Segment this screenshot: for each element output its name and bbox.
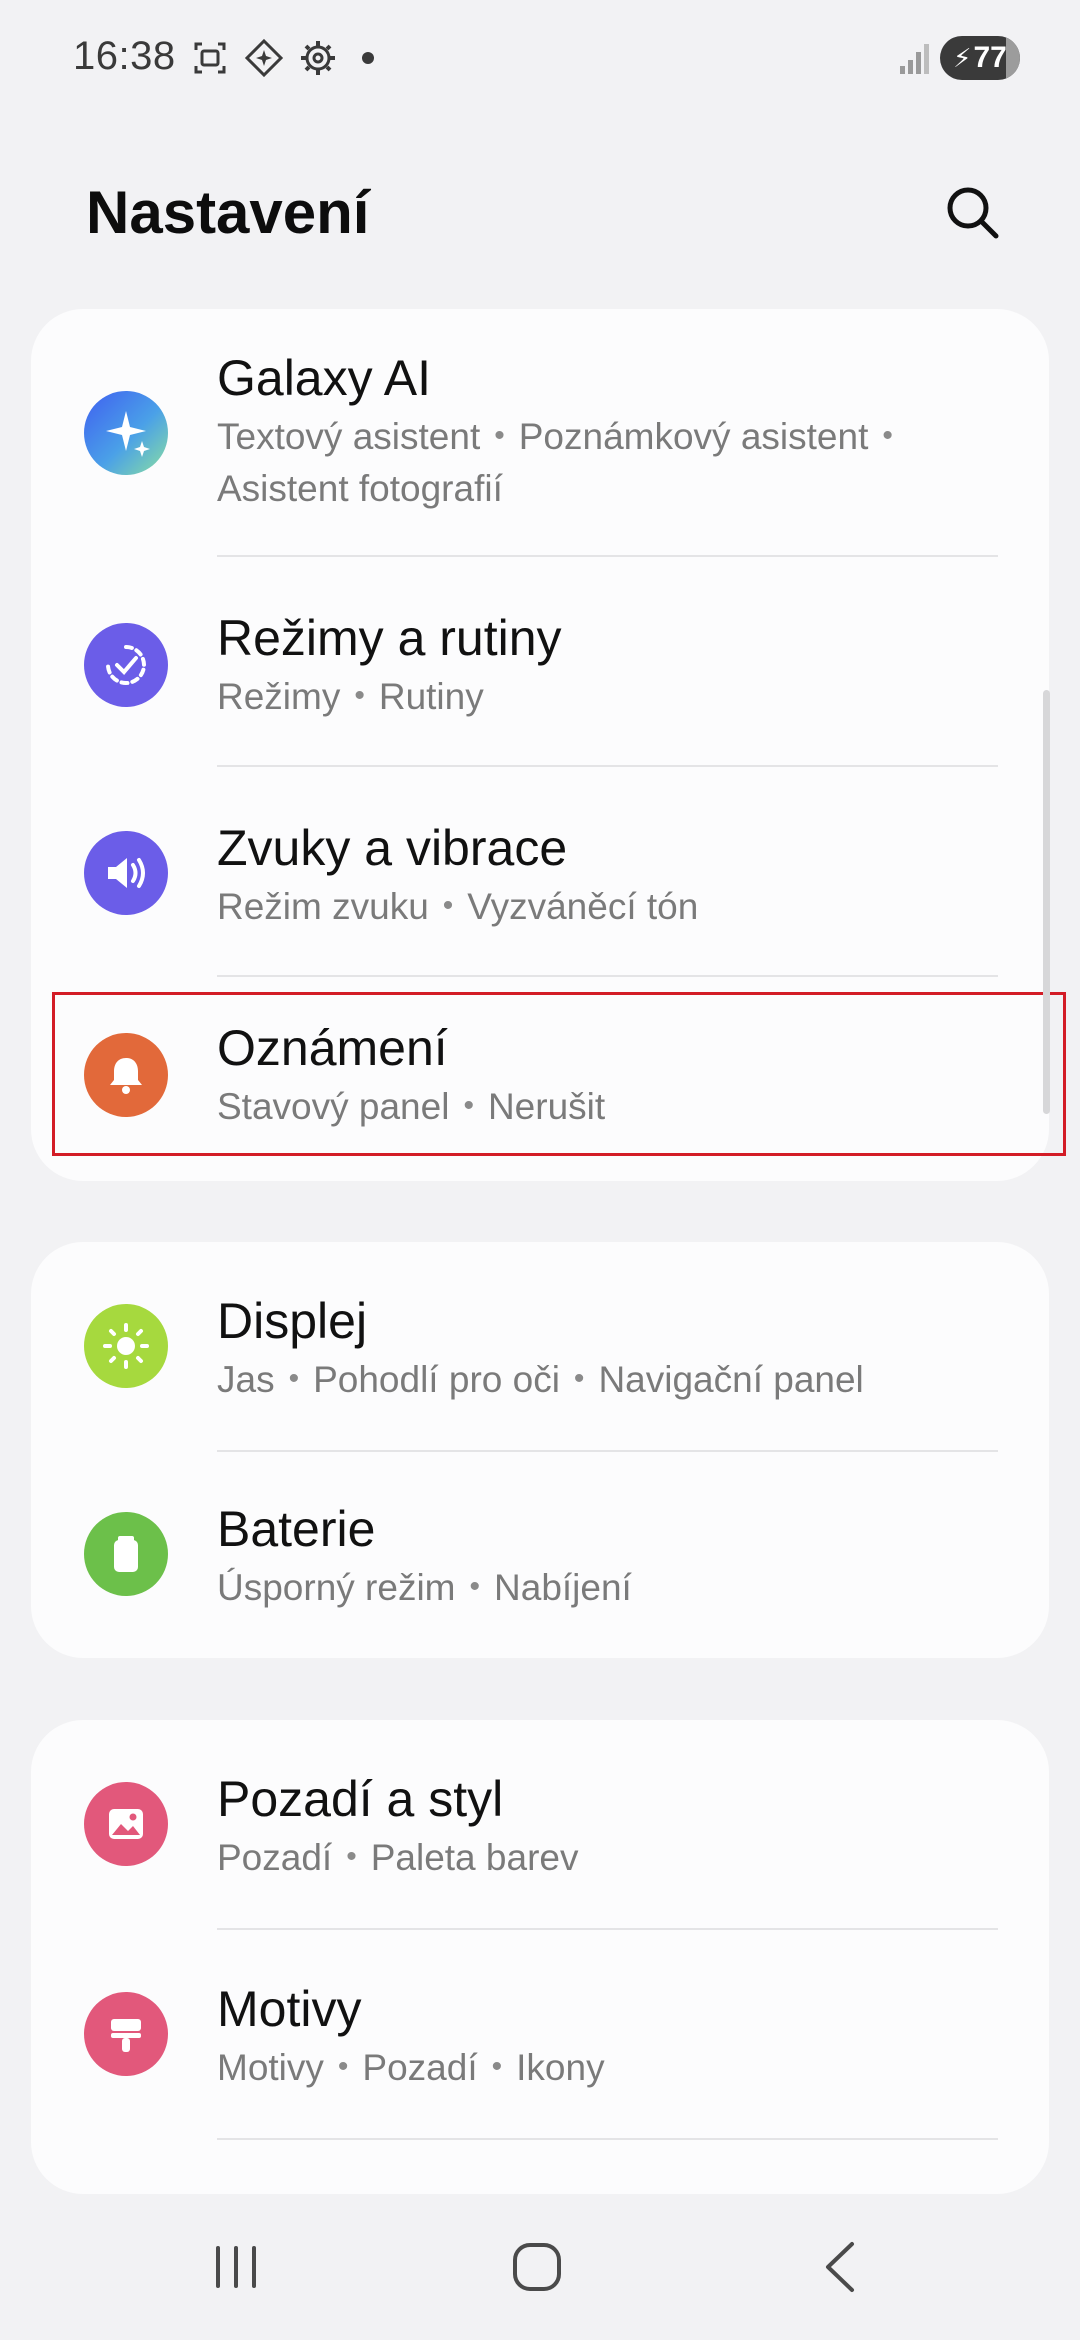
page-title: Nastavení xyxy=(86,179,370,246)
recent-apps-icon[interactable] xyxy=(196,2234,276,2300)
setting-battery[interactable]: Baterie Úsporný režim • Nabíjení xyxy=(31,1452,1049,1658)
setting-galaxy-ai[interactable]: Galaxy AI Textový asistent • Poznámkový as… xyxy=(31,309,1049,557)
setting-subtitle-line2: Asistent fotografií xyxy=(217,468,503,509)
setting-title: Zvuky a vibrace xyxy=(217,820,568,876)
setting-title: Pozadí a styl xyxy=(217,1771,504,1827)
paint-brush-icon xyxy=(84,1992,168,2076)
back-icon[interactable] xyxy=(800,2234,880,2300)
setting-title: Galaxy AI xyxy=(217,350,431,406)
setting-title: Režimy a rutiny xyxy=(217,610,562,666)
setting-title: Baterie xyxy=(217,1501,376,1557)
notification-dot xyxy=(362,52,374,64)
setting-sounds-vibration[interactable]: Zvuky a vibrace Režim zvuku • Vyzváněcí tó… xyxy=(31,767,1049,977)
setting-subtitle: Režimy • Rutiny xyxy=(217,676,484,717)
status-icons xyxy=(190,38,374,78)
signal-icon xyxy=(900,44,929,74)
setting-subtitle: Motivy • Pozadí • Ikony xyxy=(217,2047,605,2088)
battery-level: 77 xyxy=(973,41,1007,74)
setting-subtitle: Pozadí • Paleta barev xyxy=(217,1837,579,1878)
divider xyxy=(217,2138,998,2140)
search-icon[interactable] xyxy=(940,180,1006,246)
sound-icon xyxy=(84,831,168,915)
battery-indicator: ⚡ 77 xyxy=(940,36,1020,80)
setting-title: Motivy xyxy=(217,1981,362,2037)
setting-subtitle: Jas • Pohodlí pro oči • Navigační panel xyxy=(217,1359,864,1400)
status-bar: 16:38 ⚡ 77 xyxy=(0,0,1080,120)
setting-wallpaper-style[interactable]: Pozadí a styl Pozadí • Paleta barev xyxy=(31,1720,1049,1930)
settings-group-2: Displej Jas • Pohodlí pro oči • Navigační pa… xyxy=(31,1242,1049,1658)
setting-subtitle: Úsporný režim • Nabíjení xyxy=(217,1567,632,1608)
battery-icon xyxy=(84,1512,168,1596)
setting-themes[interactable]: Motivy Motivy • Pozadí • Ikony xyxy=(31,1930,1049,2140)
home-icon[interactable] xyxy=(497,2234,577,2300)
modes-routines-icon xyxy=(84,623,168,707)
setting-display[interactable]: Displej Jas • Pohodlí pro oči • Navigační pa… xyxy=(31,1242,1049,1452)
setting-subtitle: Textový asistent • Poznámkový asistent • xyxy=(217,416,893,457)
screenshot-icon xyxy=(194,42,226,74)
navigation-bar xyxy=(0,2200,1080,2340)
setting-subtitle: Režim zvuku • Vyzváněcí tón xyxy=(217,886,699,927)
galaxy-ai-icon xyxy=(84,391,168,475)
assistant-icon xyxy=(244,38,284,78)
sun-icon xyxy=(84,1304,168,1388)
settings-gear-icon xyxy=(301,41,335,75)
image-icon xyxy=(84,1782,168,1866)
scrollbar[interactable] xyxy=(1043,690,1050,1114)
charging-bolt-icon: ⚡ xyxy=(953,42,972,73)
setting-title: Displej xyxy=(217,1293,368,1349)
status-time: 16:38 xyxy=(73,34,176,78)
setting-modes-routines[interactable]: Režimy a rutiny Režimy • Rutiny xyxy=(31,557,1049,767)
settings-group-3: Pozadí a styl Pozadí • Paleta barev Motivy… xyxy=(31,1720,1049,2194)
selection-highlight xyxy=(52,992,1066,1156)
